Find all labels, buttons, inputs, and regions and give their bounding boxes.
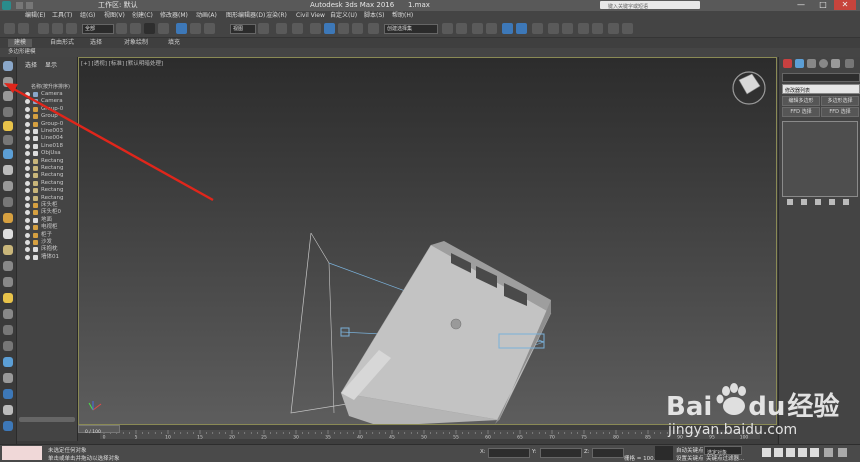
- watermark-bai: Bai: [666, 392, 713, 422]
- baidu-watermark: Bai du经验 jingyan.baidu.com: [660, 380, 860, 440]
- watermark-jingyan: 经验: [787, 392, 840, 422]
- watermark-url: jingyan.baidu.com: [668, 422, 798, 438]
- watermark-du: du: [748, 392, 786, 422]
- watermark-brand: Bai du经验: [666, 386, 839, 423]
